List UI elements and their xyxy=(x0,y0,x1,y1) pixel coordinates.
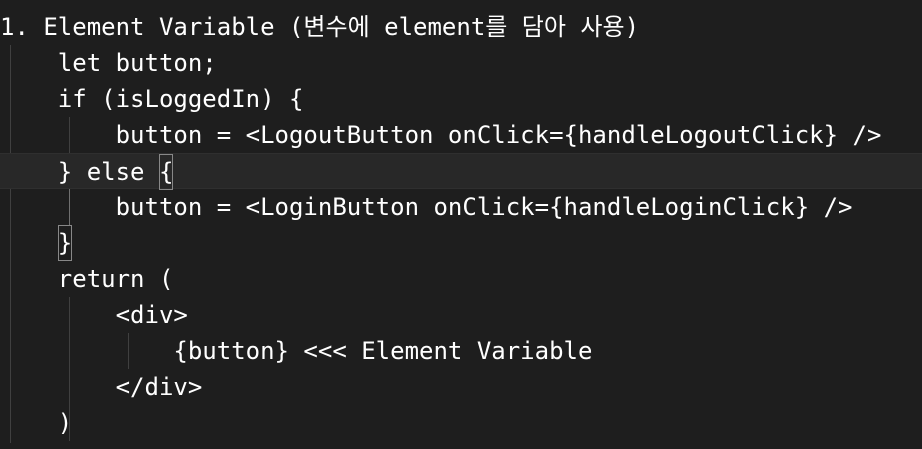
code-line-close-brace[interactable]: } xyxy=(0,225,922,261)
code-line-text: if (isLoggedIn) { xyxy=(57,85,304,113)
code-line-button-variable[interactable]: {button} <<< Element Variable xyxy=(0,333,922,369)
code-line-text: button = <LoginButton onClick={handleLog… xyxy=(115,193,853,221)
code-line-div-close[interactable]: </div> xyxy=(0,369,922,405)
code-line-login-button[interactable]: button = <LoginButton onClick={handleLog… xyxy=(0,189,922,225)
code-line-text: </div> xyxy=(115,373,203,401)
code-line-text: {button} <<< Element Variable xyxy=(173,337,593,365)
code-line-heading[interactable]: 1. Element Variable (변수에 element를 담아 사용) xyxy=(0,9,922,45)
code-line-logout-button[interactable]: button = <LogoutButton onClick={handleLo… xyxy=(0,117,922,153)
code-line-div-open[interactable]: <div> xyxy=(0,297,922,333)
code-line-text: button = <LogoutButton onClick={handleLo… xyxy=(115,121,882,149)
code-line-let-button[interactable]: let button; xyxy=(0,45,922,81)
code-line-if[interactable]: if (isLoggedIn) { xyxy=(0,81,922,117)
code-line-text: <div> xyxy=(115,301,188,329)
code-editor[interactable]: 1. Element Variable (변수에 element를 담아 사용)… xyxy=(0,0,922,449)
code-line-text: } xyxy=(0,225,73,261)
code-line-text: let button; xyxy=(57,49,217,77)
code-line-text: } else { xyxy=(0,154,174,190)
code-line-else-current[interactable]: } else { xyxy=(0,153,922,190)
code-line-text: return ( xyxy=(57,265,174,293)
code-line-return[interactable]: return ( xyxy=(0,261,922,297)
matched-close-brace: } xyxy=(57,225,73,261)
code-line-text: ) xyxy=(57,409,73,437)
code-line-close-paren[interactable]: ) xyxy=(0,405,922,441)
matched-open-brace: { xyxy=(158,154,174,190)
code-line-text: 1. Element Variable (변수에 element를 담아 사용) xyxy=(0,13,640,41)
